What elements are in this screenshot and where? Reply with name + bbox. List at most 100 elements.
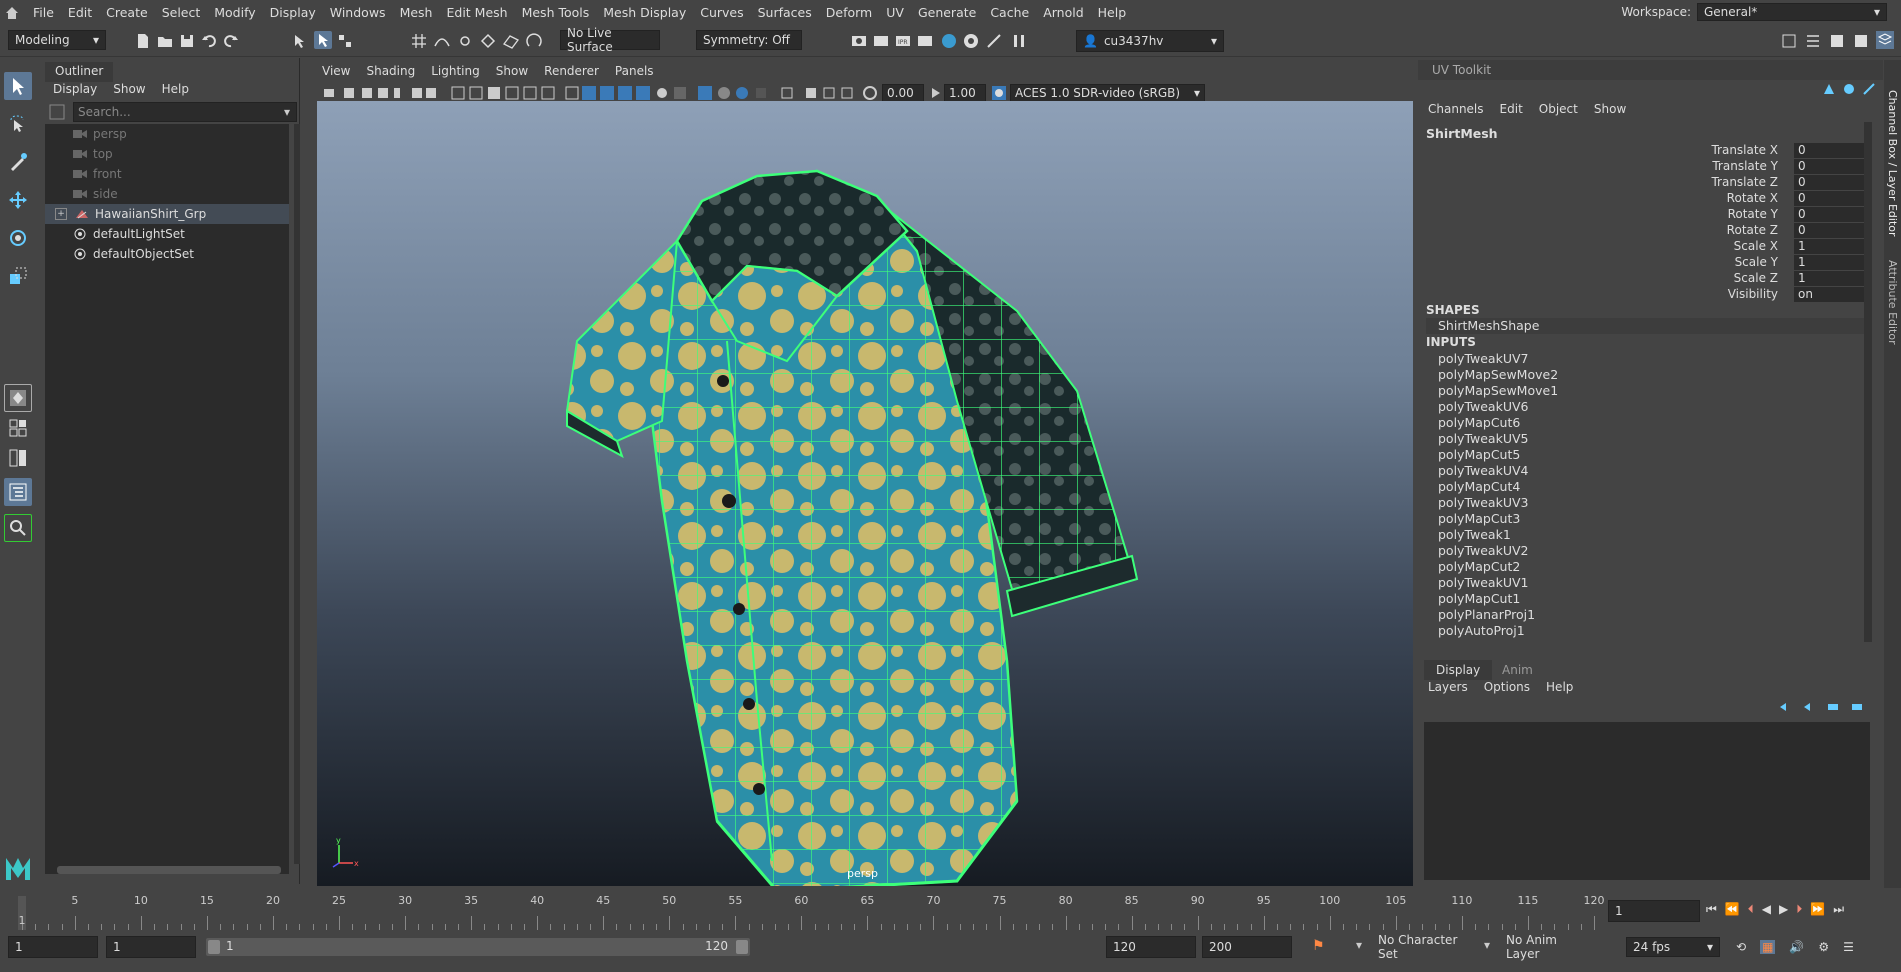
search-tool-icon[interactable] [4, 514, 32, 542]
attr-scale-y[interactable]: Scale Y 1 [1418, 255, 1868, 271]
persp-outliner-layout-icon[interactable] [4, 444, 32, 472]
go-to-start-icon[interactable]: ⏮ [1706, 902, 1717, 917]
attr-rotate-x[interactable]: Rotate X 0 [1418, 191, 1868, 207]
live-surface-field[interactable]: No Live Surface [560, 26, 660, 54]
current-frame-field[interactable]: 1 [1608, 900, 1700, 922]
input-node[interactable]: polyMapCut2 [1438, 559, 1520, 574]
toggle-layer-editor-icon[interactable] [1876, 31, 1894, 49]
symmetry-dropdown[interactable]: Symmetry: Off [696, 30, 802, 50]
lasso-tool-icon[interactable] [4, 110, 32, 138]
open-scene-icon[interactable] [156, 32, 174, 50]
outliner-menu-show[interactable]: Show [113, 82, 145, 96]
menu-mesh-display[interactable]: Mesh Display [596, 5, 693, 20]
outliner-menu-help[interactable]: Help [162, 82, 189, 96]
menu-select[interactable]: Select [155, 5, 208, 20]
attr-scale-x[interactable]: Scale X 1 [1418, 239, 1868, 255]
select-tool-icon[interactable] [4, 72, 32, 100]
select-hierarchy-icon[interactable] [292, 32, 310, 50]
attr-rotate-z[interactable]: Rotate Z 0 [1418, 223, 1868, 239]
layer-tab-display[interactable]: Display [1424, 660, 1493, 680]
animation-start-field[interactable]: 1 [8, 936, 98, 958]
attr-value[interactable]: 1 [1794, 239, 1864, 254]
prefs-icon[interactable]: ☰ [1843, 940, 1854, 954]
outliner-search-input[interactable]: Search... ▾ [73, 102, 297, 122]
menu-surfaces[interactable]: Surfaces [751, 5, 819, 20]
menu-generate[interactable]: Generate [911, 5, 983, 20]
playback-end-field[interactable]: 120 [1106, 936, 1196, 958]
input-node[interactable]: polyTweakUV1 [1438, 575, 1529, 590]
move-tool-icon[interactable] [4, 186, 32, 214]
attr-value[interactable]: on [1794, 287, 1864, 302]
select-object-icon[interactable] [314, 31, 332, 49]
render-frame-icon[interactable] [872, 32, 890, 50]
layer-menu-layers[interactable]: Layers [1428, 680, 1468, 694]
save-scene-icon[interactable] [178, 32, 196, 50]
chevron-down-icon[interactable]: ▾ [1356, 938, 1362, 952]
viewport-menu-shading[interactable]: Shading [366, 64, 415, 78]
layer-menu-options[interactable]: Options [1484, 680, 1530, 694]
viewport-menu-lighting[interactable]: Lighting [431, 64, 480, 78]
layer-menu-help[interactable]: Help [1546, 680, 1573, 694]
new-scene-icon[interactable] [134, 32, 152, 50]
animation-end-field[interactable]: 200 [1202, 936, 1292, 958]
input-node[interactable]: polyAutoProj1 [1438, 623, 1525, 638]
outliner-item-defaultobjectset[interactable]: defaultObjectSet [45, 244, 289, 264]
scale-tool-icon[interactable] [4, 262, 32, 290]
time-ruler[interactable]: 1 5 10 15 20 25 30 35 40 45 50 55 60 65 70 75 80 85 90 95 1… [12, 894, 1605, 930]
attr-value[interactable]: 0 [1794, 175, 1864, 190]
snap-view-icon[interactable] [479, 32, 497, 50]
channel-box-menu-edit[interactable]: Edit [1500, 102, 1523, 116]
new-layer-selected-icon[interactable] [1850, 700, 1864, 714]
menu-edit-mesh[interactable]: Edit Mesh [439, 5, 514, 20]
uv-toolkit-tab[interactable]: UV Toolkit [1418, 60, 1883, 80]
input-node[interactable]: polyPlanarProj1 [1438, 607, 1535, 622]
time-slider[interactable]: 1 5 10 15 20 25 30 35 40 45 50 55 60 65 70 75 80 85 90 95 1… [0, 890, 1901, 932]
side-tab-attribute-editor[interactable]: Attribute Editor [1886, 260, 1899, 345]
shirt-mesh-render[interactable]: y x [317, 101, 1413, 886]
home-icon[interactable] [4, 5, 20, 21]
select-component-icon[interactable] [336, 32, 354, 50]
toggle-channel-box-icon[interactable] [1852, 32, 1870, 50]
attr-value[interactable]: 1 [1794, 271, 1864, 286]
outliner-horizontal-scrollbar[interactable] [57, 866, 281, 874]
viewport-menu-renderer[interactable]: Renderer [544, 64, 599, 78]
gamma-field[interactable]: 1.00 [944, 84, 986, 102]
menu-mesh[interactable]: Mesh [393, 5, 440, 20]
outliner-vertical-scrollbar[interactable] [294, 124, 300, 864]
viewport-menu-view[interactable]: View [322, 64, 350, 78]
toggle-attribute-editor-icon[interactable] [1804, 32, 1822, 50]
snap-point-icon[interactable] [456, 32, 474, 50]
character-set-dropdown[interactable]: No Character Set [1372, 933, 1482, 961]
fps-dropdown[interactable]: 24 fps ▾ [1626, 937, 1720, 957]
layer-tab-anim[interactable]: Anim [1502, 663, 1533, 677]
play-forward-icon[interactable]: ▶ [1779, 902, 1788, 917]
menu-help[interactable]: Help [1091, 5, 1134, 20]
redo-icon[interactable] [222, 32, 240, 50]
pause-icon[interactable] [1010, 32, 1028, 50]
channel-box-menu-show[interactable]: Show [1594, 102, 1626, 116]
undo-icon[interactable] [200, 32, 218, 50]
snap-grid-icon[interactable] [410, 32, 428, 50]
ipr-render-icon[interactable]: IPR [894, 32, 912, 50]
input-node[interactable]: polyTweakUV5 [1438, 431, 1529, 446]
move-layer-up-icon[interactable] [1778, 700, 1792, 714]
loop-icon[interactable]: ⟲ [1736, 940, 1746, 954]
step-back-key-icon[interactable]: ⏪ [1725, 902, 1740, 917]
outliner-item-top[interactable]: top [45, 144, 289, 164]
paint-select-tool-icon[interactable] [4, 148, 32, 176]
input-node[interactable]: polyTweak1 [1438, 527, 1511, 542]
menu-cache[interactable]: Cache [983, 5, 1036, 20]
go-to-end-icon[interactable]: ⏭ [1833, 902, 1844, 917]
chevron-down-icon[interactable]: ▾ [1484, 938, 1490, 952]
four-view-layout-icon[interactable] [4, 414, 32, 442]
input-node[interactable]: polyMapCut6 [1438, 415, 1520, 430]
step-forward-frame-icon[interactable]: ⏵ [1796, 902, 1802, 917]
input-node[interactable]: polyMapCut4 [1438, 479, 1520, 494]
attr-value[interactable]: 0 [1794, 207, 1864, 222]
key-icon[interactable] [1862, 82, 1876, 96]
range-start-handle[interactable] [208, 940, 220, 954]
step-back-frame-icon[interactable]: ⏴ [1748, 902, 1754, 917]
input-node[interactable]: polyTweakUV4 [1438, 463, 1529, 478]
attr-scale-z[interactable]: Scale Z 1 [1418, 271, 1868, 287]
side-tab-channel-box[interactable]: Channel Box / Layer Editor [1886, 90, 1899, 237]
